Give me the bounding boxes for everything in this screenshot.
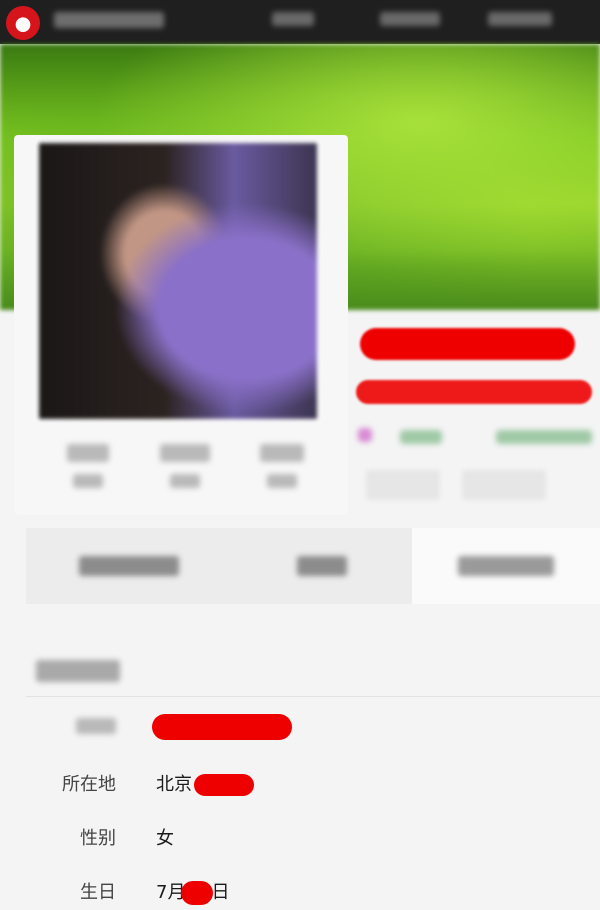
- section-title-blurred: [36, 660, 120, 682]
- tab-2[interactable]: [232, 528, 412, 604]
- avatar[interactable]: [36, 140, 320, 422]
- location-detail-redacted: [194, 774, 254, 796]
- follow-button[interactable]: [366, 470, 440, 500]
- birthday-suffix: 日: [211, 882, 230, 903]
- tab-label-blurred: [79, 556, 179, 576]
- stat-label-blurred: [266, 474, 297, 488]
- birthday-day-redacted: [181, 881, 214, 905]
- location-label: 所在地: [62, 774, 116, 795]
- gender-tag-icon: [358, 428, 372, 442]
- tag-1[interactable]: [400, 430, 442, 444]
- profile-stats: [40, 432, 330, 500]
- username-redacted: [360, 328, 575, 360]
- info-row-birthday: 生日 7月日: [0, 870, 600, 910]
- info-row-location: 所在地 北京: [0, 762, 600, 802]
- site-logo-icon[interactable]: [6, 6, 40, 40]
- stat-label-blurred: [169, 474, 200, 488]
- top-nav-bar: [0, 0, 600, 44]
- user-id-redacted: [356, 380, 592, 404]
- stat-item-1[interactable]: [53, 432, 123, 500]
- location-text: 北京: [156, 774, 192, 795]
- info-row-name: [0, 706, 600, 746]
- stat-label-blurred: [73, 474, 104, 488]
- info-label-blurred: [76, 718, 116, 734]
- stat-item-3[interactable]: [247, 432, 317, 500]
- section-title: [36, 660, 120, 682]
- location-value: 北京: [156, 770, 254, 796]
- stat-value-blurred: [159, 444, 210, 462]
- info-value-redacted: [152, 714, 292, 740]
- tab-3[interactable]: [412, 528, 600, 604]
- info-row-gender: 性别 女: [0, 816, 600, 856]
- tab-label-blurred: [458, 556, 554, 576]
- stat-item-2[interactable]: [150, 432, 220, 500]
- stat-value-blurred: [67, 444, 110, 462]
- stat-value-blurred: [259, 444, 304, 462]
- profile-tabs: [26, 528, 600, 604]
- birthday-label: 生日: [80, 882, 116, 903]
- gender-value: 女: [156, 828, 174, 849]
- nav-item-1[interactable]: [272, 12, 314, 26]
- tab-1[interactable]: [26, 528, 232, 604]
- site-name[interactable]: [54, 12, 164, 28]
- divider: [26, 696, 600, 697]
- tab-label-blurred: [297, 556, 347, 576]
- birthday-value: 7月日: [156, 878, 229, 905]
- tag-2[interactable]: [496, 430, 592, 444]
- gender-label: 性别: [80, 828, 116, 849]
- nav-item-2[interactable]: [380, 12, 440, 26]
- nav-item-3[interactable]: [488, 12, 552, 26]
- message-button[interactable]: [462, 470, 546, 500]
